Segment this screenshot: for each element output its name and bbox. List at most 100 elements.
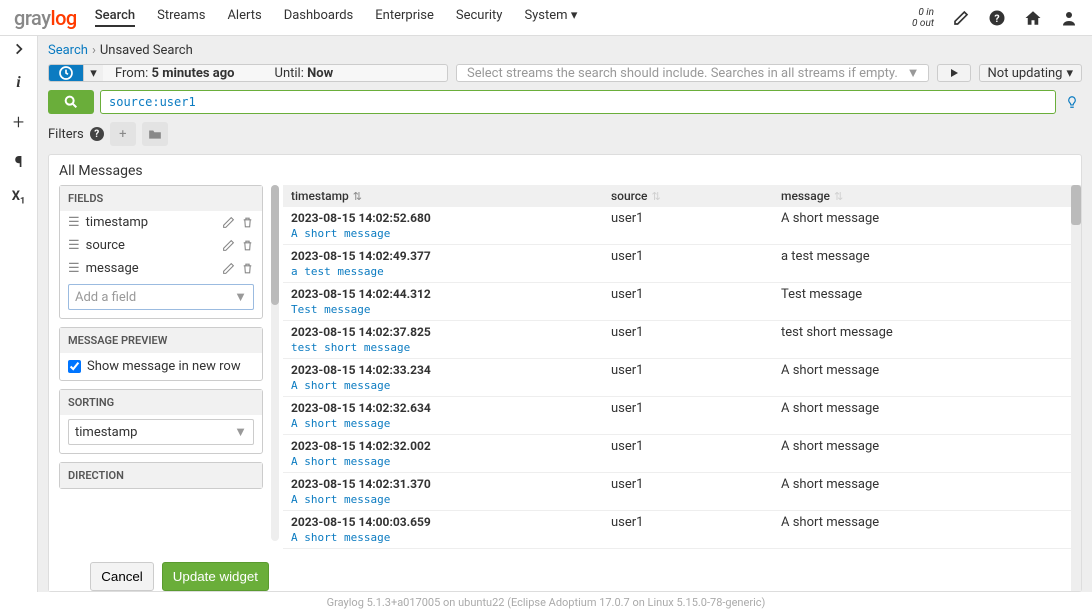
- lightbulb-icon[interactable]: [1062, 90, 1082, 114]
- col-timestamp[interactable]: timestamp: [291, 189, 349, 203]
- content: Search›Unsaved Search ▾ From: 5 minutes …: [38, 36, 1092, 592]
- sort-field-select[interactable]: timestamp ▼: [68, 419, 254, 445]
- cell-timestamp: 2023-08-15 14:02:32.002: [291, 439, 611, 454]
- stream-selector[interactable]: Select streams the search should include…: [456, 64, 929, 82]
- clock-icon[interactable]: [49, 65, 83, 81]
- add-field-input[interactable]: Add a field▼: [68, 284, 254, 310]
- cell-source: user1: [611, 249, 781, 264]
- message-preview: A short message: [291, 417, 1073, 430]
- expand-icon[interactable]: [12, 42, 26, 56]
- until-value: Now: [307, 66, 333, 81]
- direction-header: DIRECTION: [60, 463, 262, 488]
- field-name: message: [86, 261, 216, 276]
- sorting-value: timestamp: [75, 425, 137, 440]
- time-range-caret[interactable]: ▾: [83, 65, 103, 81]
- message-preview: A short message: [291, 493, 1073, 506]
- pilcrow-icon[interactable]: ¶: [15, 152, 23, 171]
- user-icon[interactable]: [1060, 9, 1078, 27]
- caret-down-icon: ▼: [907, 65, 920, 81]
- message-row[interactable]: 2023-08-15 14:02:49.377user1a test messa…: [283, 245, 1081, 283]
- nav-enterprise[interactable]: Enterprise: [375, 8, 434, 27]
- message-row[interactable]: 2023-08-15 14:00:03.659user1A short mess…: [283, 511, 1081, 549]
- fields-header: FIELDS: [60, 186, 262, 211]
- cell-message: A short message: [781, 211, 1073, 226]
- add-icon[interactable]: +: [13, 110, 24, 134]
- edit-icon[interactable]: [952, 9, 970, 27]
- cell-source: user1: [611, 363, 781, 378]
- update-widget-button[interactable]: Update widget: [162, 562, 269, 591]
- messages-scrollbar[interactable]: [1071, 185, 1081, 591]
- message-row[interactable]: 2023-08-15 14:02:32.634user1A short mess…: [283, 397, 1081, 435]
- info-icon[interactable]: i: [16, 74, 20, 92]
- message-row[interactable]: 2023-08-15 14:02:31.370user1A short mess…: [283, 473, 1081, 511]
- message-preview: a test message: [291, 265, 1073, 278]
- sort-desc-icon[interactable]: ⇅: [353, 190, 362, 203]
- message-row[interactable]: 2023-08-15 14:02:37.825user1test short m…: [283, 321, 1081, 359]
- query-input[interactable]: [100, 90, 1056, 114]
- nav-security[interactable]: Security: [456, 8, 503, 27]
- caret-down-icon: ▼: [234, 424, 247, 440]
- drag-icon[interactable]: ☰: [68, 215, 80, 230]
- update-interval-select[interactable]: Not updating▾: [979, 64, 1082, 82]
- breadcrumb-root[interactable]: Search: [48, 43, 88, 58]
- help-icon[interactable]: ?: [90, 127, 104, 141]
- col-message[interactable]: message: [781, 189, 830, 203]
- message-row[interactable]: 2023-08-15 14:02:52.680user1A short mess…: [283, 207, 1081, 245]
- message-row[interactable]: 2023-08-15 14:02:32.002user1A short mess…: [283, 435, 1081, 473]
- topbar: graylog Search Streams Alerts Dashboards…: [0, 0, 1092, 36]
- nav-streams[interactable]: Streams: [157, 8, 205, 27]
- cell-message: A short message: [781, 477, 1073, 492]
- delete-icon[interactable]: [241, 239, 254, 252]
- search-button[interactable]: [48, 90, 94, 114]
- caret-down-icon: ▾: [571, 8, 578, 23]
- throughput: 0 in 0 out: [912, 7, 934, 29]
- nav-system-label: System: [524, 8, 567, 23]
- add-filter-button[interactable]: +: [110, 122, 136, 146]
- home-icon[interactable]: [1024, 9, 1042, 27]
- logo[interactable]: graylog: [14, 6, 77, 30]
- drag-icon[interactable]: ☰: [68, 238, 80, 253]
- nav-search[interactable]: Search: [95, 8, 135, 27]
- nav-alerts[interactable]: Alerts: [227, 8, 261, 27]
- nav-system[interactable]: System ▾: [524, 8, 577, 27]
- cell-timestamp: 2023-08-15 14:02:31.370: [291, 477, 611, 492]
- delete-icon[interactable]: [241, 262, 254, 275]
- cell-timestamp: 2023-08-15 14:02:49.377: [291, 249, 611, 264]
- cell-timestamp: 2023-08-15 14:02:44.312: [291, 287, 611, 302]
- run-search-button[interactable]: [937, 64, 971, 82]
- field-name: source: [86, 238, 216, 253]
- message-preview: Test message: [291, 303, 1073, 316]
- cell-source: user1: [611, 211, 781, 226]
- help-icon[interactable]: ?: [988, 9, 1006, 27]
- field-name: timestamp: [86, 215, 216, 230]
- cell-message: test short message: [781, 325, 1073, 340]
- drag-icon[interactable]: ☰: [68, 261, 80, 276]
- cancel-button[interactable]: Cancel: [90, 562, 154, 591]
- col-source[interactable]: source: [611, 189, 647, 203]
- subscript-icon[interactable]: X1: [12, 189, 25, 207]
- svg-text:?: ?: [994, 11, 999, 24]
- cell-timestamp: 2023-08-15 14:02:52.680: [291, 211, 611, 226]
- from-value: 5 minutes ago: [152, 66, 235, 81]
- left-toolbar: i + ¶ X1: [0, 36, 38, 592]
- cell-timestamp: 2023-08-15 14:00:03.659: [291, 515, 611, 530]
- message-row[interactable]: 2023-08-15 14:02:44.312user1Test message…: [283, 283, 1081, 321]
- nav-dashboards[interactable]: Dashboards: [284, 8, 354, 27]
- config-scrollbar[interactable]: [271, 185, 279, 541]
- show-preview-checkbox[interactable]: [68, 360, 81, 373]
- filter-folder-button[interactable]: [142, 122, 168, 146]
- sort-icon[interactable]: ⇅: [834, 190, 843, 203]
- message-table: timestamp ⇅ source ⇅ message ⇅ 2023-08-15 1…: [279, 185, 1081, 591]
- message-row[interactable]: 2023-08-15 14:02:33.234user1A short mess…: [283, 359, 1081, 397]
- cell-message: Test message: [781, 287, 1073, 302]
- edit-icon[interactable]: [222, 216, 235, 229]
- cell-timestamp: 2023-08-15 14:02:37.825: [291, 325, 611, 340]
- time-range-picker[interactable]: ▾ From: 5 minutes ago Until: Now: [48, 64, 448, 82]
- add-field-placeholder: Add a field: [75, 290, 136, 305]
- throughput-in: 0 in: [912, 7, 934, 18]
- delete-icon[interactable]: [241, 216, 254, 229]
- cell-message: a test message: [781, 249, 1073, 264]
- edit-icon[interactable]: [222, 239, 235, 252]
- edit-icon[interactable]: [222, 262, 235, 275]
- sort-icon[interactable]: ⇅: [651, 190, 660, 203]
